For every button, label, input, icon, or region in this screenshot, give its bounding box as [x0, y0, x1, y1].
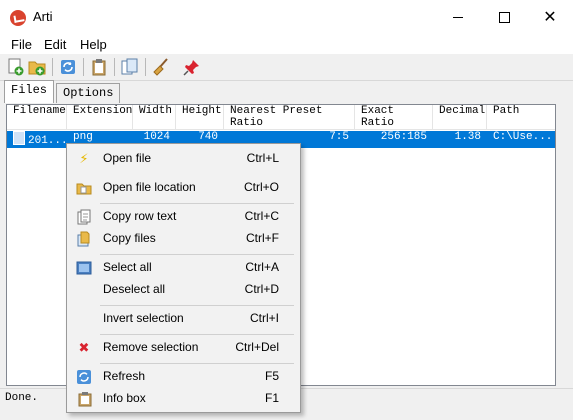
- image-file-icon: [13, 131, 25, 145]
- menu-item-label: Info box: [103, 391, 146, 405]
- remove-icon: ✖: [78, 340, 90, 356]
- add-file-icon[interactable]: [7, 58, 25, 76]
- menu-item-select-all[interactable]: Select all Ctrl+A: [70, 257, 297, 279]
- cell-filename-text: 201...: [28, 135, 67, 147]
- maximize-icon: [498, 11, 510, 23]
- menu-item-copy-files[interactable]: Copy files Ctrl+F: [70, 228, 297, 250]
- menu-help[interactable]: Help: [80, 37, 107, 52]
- close-icon: ✕: [543, 7, 557, 26]
- cell-path: C:\Use...: [493, 131, 553, 143]
- menu-item-label: Copy files: [103, 231, 156, 245]
- broom-icon[interactable]: [152, 58, 170, 76]
- tab-files[interactable]: Files: [4, 80, 55, 103]
- menu-item-shortcut: Ctrl+C: [244, 209, 279, 223]
- select-all-icon: [76, 260, 92, 276]
- menu-item-info-box[interactable]: Info box F1: [70, 388, 297, 410]
- menu-bar: File Edit Help: [0, 34, 573, 54]
- menu-item-shortcut: Ctrl+F: [246, 231, 279, 245]
- menu-separator: [100, 203, 294, 204]
- toolbar-separator: [52, 58, 53, 76]
- menu-separator: [100, 334, 294, 335]
- cell-filename: 201...: [7, 131, 67, 148]
- menu-item-shortcut: F5: [264, 369, 279, 383]
- menu-separator: [100, 305, 294, 306]
- menu-item-shortcut: Ctrl+A: [245, 260, 279, 274]
- close-button[interactable]: ✕: [527, 0, 573, 34]
- menu-item-open-file[interactable]: ⚡ Open file Ctrl+L: [70, 148, 297, 170]
- menu-item-label: Refresh: [103, 369, 146, 383]
- menu-item-label: Copy row text: [103, 209, 177, 223]
- toolbar-separator: [83, 58, 84, 76]
- minimize-button[interactable]: [435, 0, 481, 34]
- minimize-icon: [453, 16, 463, 18]
- menu-file[interactable]: File: [11, 37, 32, 52]
- menu-item-label: Select all: [103, 260, 152, 274]
- column-exact-ratio[interactable]: Exact Ratio: [355, 105, 433, 129]
- clipboard-icon[interactable]: [90, 58, 108, 76]
- menu-item-deselect-all[interactable]: Deselect all Ctrl+D: [70, 279, 297, 301]
- lightning-icon: ⚡: [79, 151, 89, 167]
- column-path[interactable]: Path: [487, 105, 555, 129]
- copy-icon[interactable]: [121, 58, 139, 76]
- column-extension[interactable]: Extension: [67, 105, 133, 129]
- menu-item-label: Invert selection: [103, 311, 184, 325]
- window-title: Arti: [33, 9, 53, 24]
- cell-decimal: 1.38: [454, 131, 481, 143]
- column-filename[interactable]: Filename: [7, 105, 67, 129]
- menu-item-copy-row-text[interactable]: Copy row text Ctrl+C: [70, 206, 297, 228]
- menu-item-shortcut: Ctrl+D: [244, 282, 279, 296]
- toolbar: [0, 54, 573, 81]
- menu-item-label: Deselect all: [103, 282, 166, 296]
- menu-item-shortcut: Ctrl+O: [243, 180, 279, 194]
- menu-separator: [100, 254, 294, 255]
- add-folder-icon[interactable]: [28, 58, 46, 76]
- menu-edit[interactable]: Edit: [44, 37, 66, 52]
- menu-item-remove-selection[interactable]: ✖ Remove selection Ctrl+Del: [70, 337, 297, 359]
- menu-item-shortcut: Ctrl+Del: [235, 340, 279, 354]
- copy-text-icon: [76, 209, 92, 225]
- cell-exact-ratio: 256:185: [380, 131, 427, 143]
- menu-item-label: Open file location: [103, 180, 196, 194]
- folder-icon: [76, 180, 92, 196]
- menu-item-shortcut: F1: [264, 391, 279, 405]
- menu-item-shortcut: Ctrl+L: [246, 151, 279, 165]
- info-box-icon: [76, 391, 92, 407]
- app-icon: [10, 10, 26, 26]
- title-bar: Arti ✕: [0, 0, 573, 34]
- maximize-button[interactable]: [481, 0, 527, 34]
- menu-item-label: Remove selection: [103, 340, 199, 354]
- toolbar-separator: [145, 58, 146, 76]
- pin-icon[interactable]: [183, 58, 201, 76]
- tab-options[interactable]: Options: [56, 83, 121, 103]
- toolbar-separator: [114, 58, 115, 76]
- status-text: Done.: [5, 392, 39, 404]
- menu-separator: [100, 363, 294, 364]
- menu-item-shortcut: Ctrl+I: [249, 311, 279, 325]
- context-menu: ⚡ Open file Ctrl+L Open file location Ct…: [66, 143, 301, 413]
- menu-item-open-file-location[interactable]: Open file location Ctrl+O: [70, 177, 297, 199]
- refresh-icon: [76, 369, 92, 385]
- tab-strip: Files Options: [0, 80, 573, 103]
- column-width[interactable]: Width: [133, 105, 176, 129]
- refresh-icon[interactable]: [59, 58, 77, 76]
- column-decimal[interactable]: Decimal: [433, 105, 487, 129]
- menu-item-refresh[interactable]: Refresh F5: [70, 366, 297, 388]
- column-nearest-preset-ratio[interactable]: Nearest Preset Ratio: [224, 105, 355, 129]
- list-header: Filename Extension Width Height Nearest …: [7, 105, 555, 130]
- column-height[interactable]: Height: [176, 105, 224, 129]
- copy-files-icon: [76, 231, 92, 247]
- menu-item-label: Open file: [103, 151, 152, 165]
- menu-item-invert-selection[interactable]: Invert selection Ctrl+I: [70, 308, 297, 330]
